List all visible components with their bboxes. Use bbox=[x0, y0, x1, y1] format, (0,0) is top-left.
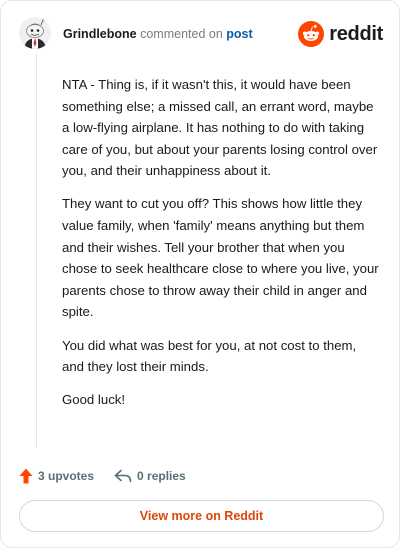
upvote-count: 3 upvotes bbox=[38, 469, 95, 483]
reply-arrow-icon bbox=[114, 469, 132, 483]
comment-byline: Grindlebone commented on post bbox=[63, 26, 253, 42]
comment-paragraph: You did what was best for you, at not co… bbox=[62, 337, 357, 375]
byline-verb: commented on bbox=[140, 27, 223, 41]
comment-header: Grindlebone commented on post reddit bbox=[19, 17, 383, 51]
post-link[interactable]: post bbox=[226, 27, 252, 41]
thread-line bbox=[36, 53, 37, 448]
snoo-avatar-icon bbox=[19, 17, 51, 49]
reply-count: 0 replies bbox=[137, 469, 186, 483]
comment-body: NTA - Thing is, if it wasn't this, it wo… bbox=[62, 74, 380, 422]
user-avatar[interactable] bbox=[19, 17, 51, 49]
comment-paragraph: NTA - Thing is, if it wasn't this, it wo… bbox=[62, 77, 378, 179]
view-more-button[interactable]: View more on Reddit bbox=[19, 500, 384, 532]
comment-paragraph: They want to cut you off? This shows how… bbox=[62, 196, 379, 320]
comment-embed-card: Grindlebone commented on post reddit NTA… bbox=[0, 0, 400, 548]
reddit-logo-icon bbox=[298, 21, 325, 47]
reddit-wordmark: reddit bbox=[329, 22, 383, 45]
reply-button[interactable]: 0 replies bbox=[114, 469, 186, 483]
username-link[interactable]: Grindlebone bbox=[63, 27, 137, 41]
reddit-logo[interactable]: reddit bbox=[298, 20, 383, 48]
comment-actions: 3 upvotes 0 replies bbox=[19, 465, 186, 487]
comment-paragraph: Good luck! bbox=[62, 392, 126, 408]
upvote-arrow-icon bbox=[19, 468, 33, 484]
upvote-button[interactable]: 3 upvotes bbox=[19, 468, 94, 484]
